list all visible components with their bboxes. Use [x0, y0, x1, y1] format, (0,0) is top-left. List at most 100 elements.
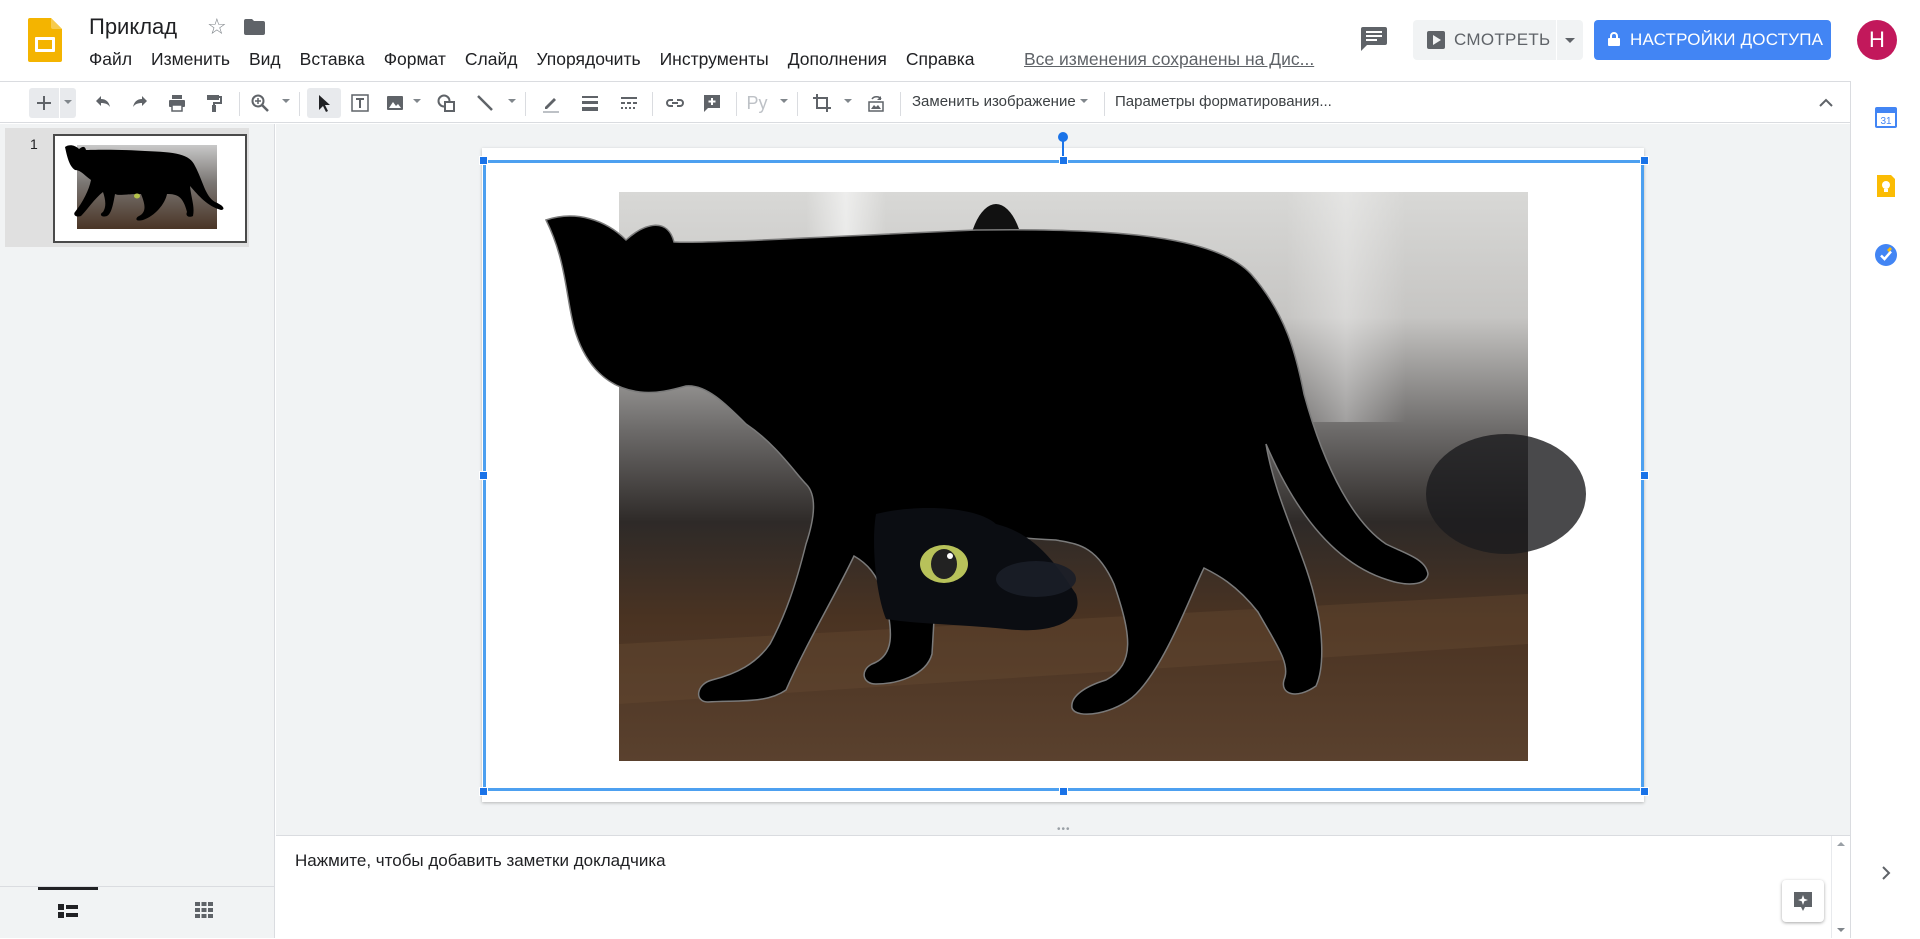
- speaker-notes-placeholder[interactable]: Нажмите, чтобы добавить заметки докладчи…: [295, 851, 666, 871]
- chevron-up-icon: [1819, 98, 1833, 107]
- resize-handle-left[interactable]: [479, 471, 488, 480]
- chevron-down-icon[interactable]: [844, 99, 852, 103]
- rotate-handle[interactable]: [1058, 132, 1068, 142]
- undo-icon: [96, 96, 110, 107]
- menu-edit[interactable]: Изменить: [151, 49, 230, 71]
- redo-button[interactable]: [126, 88, 154, 118]
- comments-icon[interactable]: [1361, 27, 1387, 51]
- menu-format[interactable]: Формат: [384, 49, 446, 71]
- resize-handle-top-right[interactable]: [1640, 156, 1649, 165]
- keep-icon[interactable]: [1874, 174, 1898, 198]
- resize-handle-bottom-left[interactable]: [479, 787, 488, 796]
- zoom-button[interactable]: [246, 88, 274, 118]
- scroll-up-icon[interactable]: [1837, 842, 1845, 846]
- explore-button[interactable]: [1782, 880, 1824, 922]
- format-options-button[interactable]: Параметры форматирования...: [1115, 93, 1332, 110]
- calendar-icon[interactable]: 31: [1874, 105, 1898, 129]
- chevron-down-icon: [64, 100, 72, 104]
- replace-image-button[interactable]: Заменить изображение: [912, 93, 1088, 110]
- reset-image-icon: [868, 96, 884, 112]
- menu-insert[interactable]: Вставка: [300, 49, 365, 71]
- folder-icon[interactable]: [244, 19, 265, 35]
- chevron-right-icon[interactable]: [1877, 864, 1895, 882]
- menu-tools[interactable]: Инструменты: [660, 49, 769, 71]
- divider: [1104, 92, 1105, 116]
- new-slide-button[interactable]: [29, 88, 59, 118]
- select-icon: [319, 95, 330, 112]
- paint-format-button[interactable]: [200, 88, 228, 118]
- pen-icon: [543, 98, 559, 113]
- add-comment-button[interactable]: [698, 88, 726, 118]
- divider: [299, 92, 300, 116]
- filmstrip-view-button[interactable]: [38, 887, 98, 939]
- resize-handle-bottom-right[interactable]: [1640, 787, 1649, 796]
- resize-handle-top-left[interactable]: [479, 156, 488, 165]
- chevron-down-icon[interactable]: [780, 99, 788, 103]
- tasks-icon[interactable]: [1874, 243, 1898, 267]
- border-weight-button[interactable]: [576, 88, 604, 118]
- menu-arrange[interactable]: Упорядочить: [536, 49, 640, 71]
- plus-icon: [37, 96, 51, 110]
- line-button[interactable]: [471, 88, 499, 118]
- divider: [525, 92, 526, 116]
- drag-dots-icon: •••: [1057, 824, 1071, 835]
- border-color-button[interactable]: [537, 88, 565, 118]
- crop-icon: [813, 94, 831, 112]
- insert-image-button[interactable]: [381, 88, 409, 118]
- document-title[interactable]: Приклад: [89, 14, 177, 40]
- share-label: НАСТРОЙКИ ДОСТУПА: [1630, 30, 1824, 49]
- resize-handle-top[interactable]: [1059, 156, 1068, 165]
- print-button[interactable]: [163, 88, 191, 118]
- grid-view-button[interactable]: [175, 887, 235, 939]
- share-button[interactable]: НАСТРОЙКИ ДОСТУПА: [1594, 20, 1831, 60]
- scroll-down-icon[interactable]: [1837, 928, 1845, 932]
- undo-button[interactable]: [89, 88, 117, 118]
- chevron-down-icon[interactable]: [413, 99, 421, 103]
- menu-addons[interactable]: Дополнения: [788, 49, 887, 71]
- account-avatar[interactable]: Н: [1857, 20, 1897, 60]
- menu-file[interactable]: Файл: [89, 49, 132, 71]
- crop-button[interactable]: [808, 88, 836, 118]
- image-selection-box[interactable]: [483, 160, 1644, 791]
- explore-icon: [1794, 892, 1812, 911]
- slide-thumbnail[interactable]: [53, 134, 247, 243]
- divider: [797, 92, 798, 116]
- slides-logo-icon[interactable]: [28, 18, 62, 62]
- present-label: СМОТРЕТЬ: [1454, 30, 1551, 49]
- divider: [900, 92, 901, 116]
- svg-text:31: 31: [1880, 116, 1892, 127]
- resize-handle-right[interactable]: [1640, 471, 1649, 480]
- insert-link-button[interactable]: [661, 88, 689, 118]
- notes-resize-handle[interactable]: •••: [276, 824, 1850, 836]
- speaker-notes-panel[interactable]: Нажмите, чтобы добавить заметки докладчи…: [276, 836, 1850, 938]
- menu-help[interactable]: Справка: [906, 49, 975, 71]
- star-icon[interactable]: ☆: [207, 14, 227, 40]
- link-icon: [666, 99, 684, 107]
- zoom-icon: [251, 94, 269, 112]
- chevron-down-icon[interactable]: [282, 99, 290, 103]
- shape-icon: [437, 94, 455, 112]
- present-dropdown-button[interactable]: [1557, 20, 1583, 60]
- save-status-link[interactable]: Все изменения сохранены на Дис...: [1024, 49, 1316, 70]
- resize-handle-bottom[interactable]: [1059, 787, 1068, 796]
- menu-view[interactable]: Вид: [249, 49, 281, 71]
- menu-slide[interactable]: Слайд: [465, 49, 518, 71]
- textbox-button[interactable]: [346, 88, 374, 118]
- border-dash-button[interactable]: [615, 88, 643, 118]
- select-tool-button[interactable]: [307, 88, 341, 118]
- spellcheck-button[interactable]: Ру: [743, 88, 771, 118]
- line-icon: [477, 95, 493, 111]
- present-button[interactable]: СМОТРЕТЬ: [1413, 20, 1556, 60]
- notes-scrollbar[interactable]: [1831, 836, 1849, 938]
- divider: [652, 92, 653, 116]
- slide-canvas-area[interactable]: [276, 124, 1850, 824]
- new-slide-layout-dropdown[interactable]: [60, 88, 76, 118]
- shape-button[interactable]: [432, 88, 460, 118]
- slide-number: 1: [30, 136, 38, 152]
- collapse-toolbar-button[interactable]: [1813, 88, 1839, 118]
- present-button-group: СМОТРЕТЬ: [1413, 20, 1583, 60]
- lock-icon: [1608, 32, 1620, 46]
- slide-thumbnail-row[interactable]: 1: [5, 128, 249, 247]
- chevron-down-icon[interactable]: [508, 99, 516, 103]
- reset-image-button[interactable]: [862, 88, 890, 118]
